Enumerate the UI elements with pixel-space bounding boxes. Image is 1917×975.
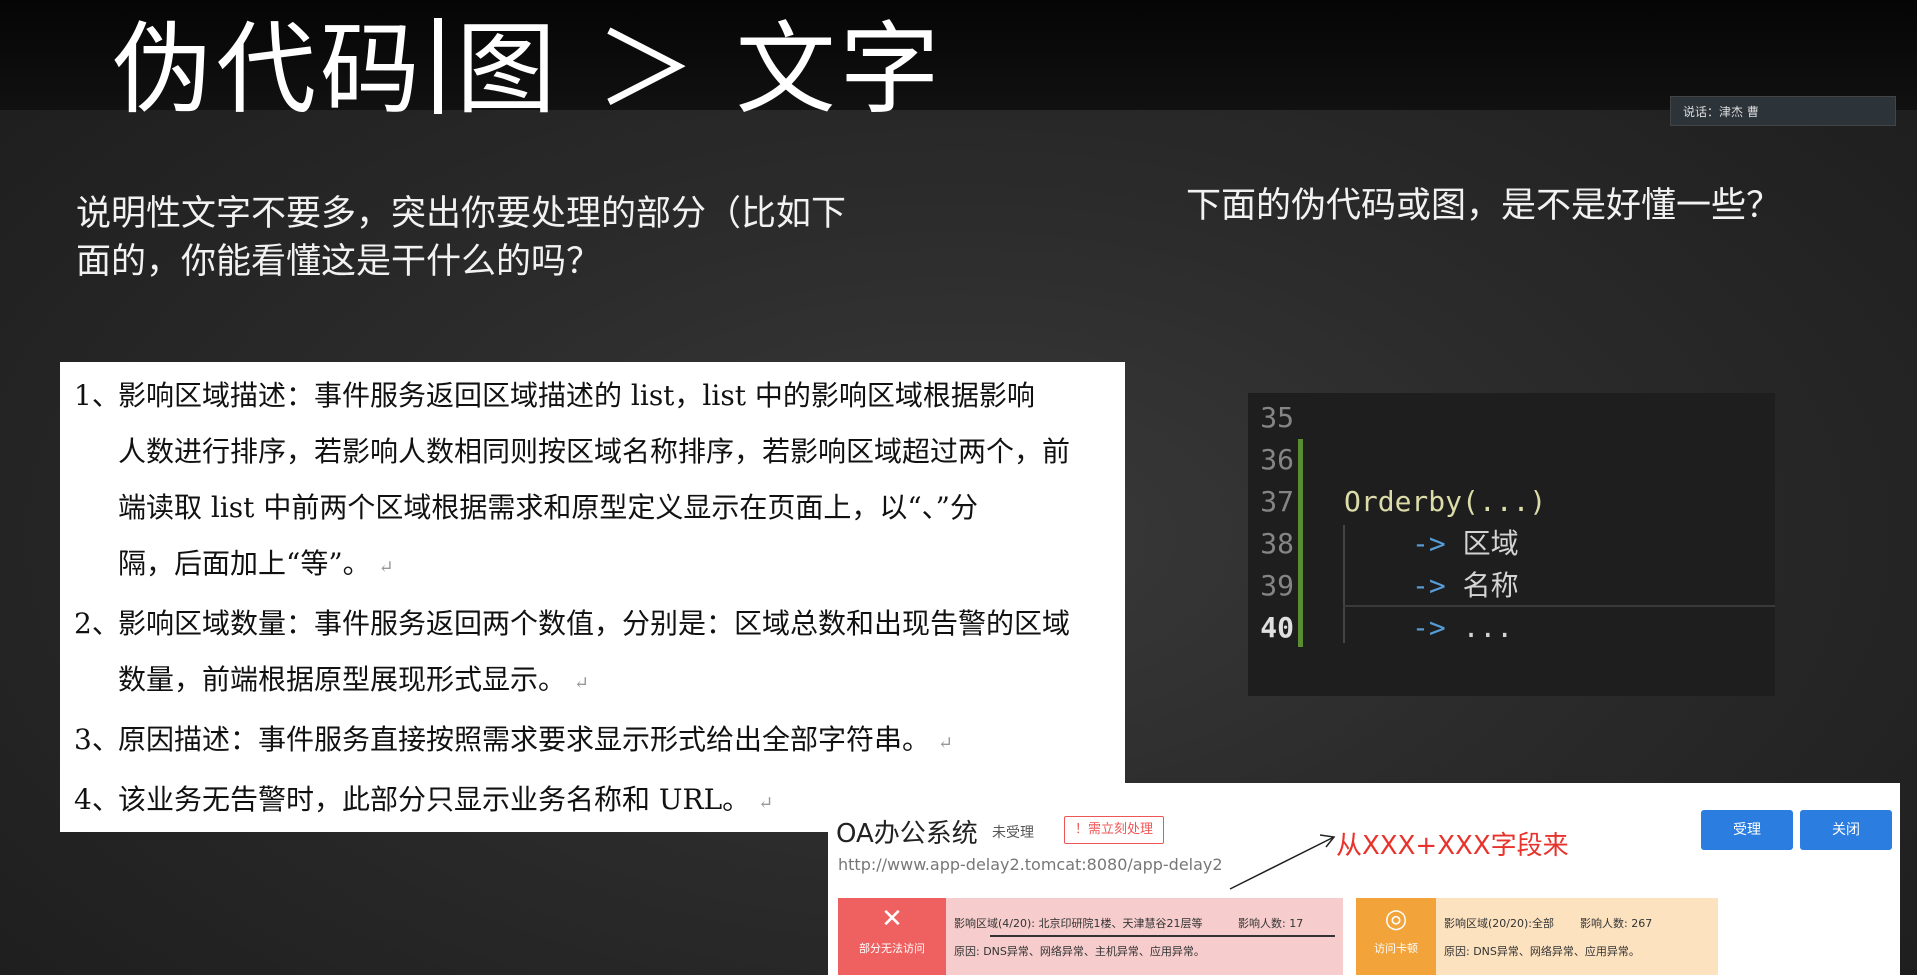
code-line: 37 Orderby(...): [1248, 481, 1775, 523]
code-line-active: 40 -> ...: [1248, 607, 1775, 649]
speaker-indicator: 说话：津杰 曹: [1670, 96, 1896, 126]
line-number: 39: [1260, 569, 1294, 602]
code-editor[interactable]: 35 36 37 Orderby(...) 38 -> 区域 39 -> 名称 40 -…: [1248, 393, 1775, 696]
title-right: 图 ＞ 文字: [456, 11, 944, 128]
doc-item-number: 3、: [74, 723, 120, 756]
card-icon-area: ◎ 访问卡顿: [1356, 898, 1436, 975]
card-icon-area: ✕ 部分无法访问: [838, 898, 946, 975]
card-area-line: 影响区域(20/20):全部: [1444, 917, 1554, 930]
oa-screenshot: OA办公系统 未受理 ！需立刻处理 http://www.app-delay2.…: [828, 783, 1900, 975]
doc-line: 隔，后面加上“等”。 ↵: [118, 536, 1111, 596]
arrow-token: ->: [1412, 611, 1446, 644]
line-number: 40: [1260, 611, 1294, 644]
left-caption-line2: 面的，你能看懂这是干什么的吗？: [76, 242, 602, 282]
line-number: 36: [1260, 443, 1294, 476]
paragraph-mark-icon: ↵: [378, 557, 394, 578]
close-button[interactable]: 关闭: [1800, 810, 1892, 850]
card-area-line: 影响区域(4/20): 北京印研院1楼、天津慧谷21层等: [954, 917, 1203, 930]
card-people: 影响人数: 267: [1580, 917, 1653, 930]
code-name: 名称: [1462, 569, 1519, 602]
line-number: 35: [1260, 401, 1294, 434]
alert-card-slow-access[interactable]: ◎ 访问卡顿 影响区域(20/20):全部 影响人数: 267 原因: DNS异…: [1356, 898, 1718, 975]
slide-title: 伪代码图 ＞ 文字: [112, 10, 944, 130]
doc-line: 数量，前端根据原型展现形式显示。 ↵: [118, 652, 1111, 712]
code-line: 36: [1248, 439, 1775, 481]
code-area: 区域: [1462, 527, 1519, 560]
right-caption: 下面的伪代码或图，是不是好懂一些？: [1186, 186, 1782, 226]
doc-item-1: 1、 影响区域描述：事件服务返回区域描述的 list，list 中的影响区域根据…: [74, 368, 1111, 596]
line-number: 37: [1260, 485, 1294, 518]
code-content: -> ...: [1412, 607, 1513, 649]
doc-line: 原因描述：事件服务直接按照需求要求显示形式给出全部字符串。 ↵: [118, 712, 1111, 772]
snail-icon: ◎: [1384, 904, 1408, 934]
annotation-arrow-icon: [1229, 834, 1336, 890]
code-ellipsis: ...: [1462, 611, 1514, 644]
annotation-text: 从XXX+XXX字段来: [1336, 831, 1569, 861]
urgent-badge: ！需立刻处理: [1064, 816, 1165, 844]
arrow-token: ->: [1412, 527, 1446, 560]
doc-line-text: 数量，前端根据原型展现形式显示。: [118, 663, 567, 696]
doc-line-text: 原因描述：事件服务直接按照需求要求显示形式给出全部字符串。: [118, 723, 931, 756]
doc-item-number: 4、: [74, 783, 120, 816]
doc-line: 影响区域数量：事件服务返回两个数值，分别是：区域总数和出现告警的区域: [118, 607, 1071, 640]
doc-item-number: 1、: [74, 379, 120, 412]
title-separator: [434, 18, 442, 114]
code-content: -> 名称: [1412, 565, 1519, 607]
code-line: 38 -> 区域: [1248, 523, 1775, 565]
paragraph-mark-icon: ↵: [574, 673, 590, 694]
paragraph-mark-icon: ↵: [758, 793, 774, 814]
arrow-token: ->: [1412, 569, 1446, 602]
oa-title: OA办公系统: [836, 819, 978, 849]
annotation-underline: [990, 935, 1335, 937]
code-content: -> 区域: [1412, 523, 1519, 565]
doc-item-2: 2、 影响区域数量：事件服务返回两个数值，分别是：区域总数和出现告警的区域 数量…: [74, 596, 1111, 712]
line-number: 38: [1260, 527, 1294, 560]
accept-button[interactable]: 受理: [1701, 810, 1793, 850]
doc-item-3: 3、 原因描述：事件服务直接按照需求要求显示形式给出全部字符串。 ↵: [74, 712, 1111, 772]
oa-url[interactable]: http://www.app-delay2.tomcat:8080/app-de…: [838, 855, 1223, 874]
card-reason: 原因: DNS异常、网络异常、主机异常、应用异常。: [954, 945, 1205, 958]
requirements-document: 1、 影响区域描述：事件服务返回区域描述的 list，list 中的影响区域根据…: [60, 362, 1125, 832]
doc-line: 人数进行排序，若影响人数相同则按区域名称排序，若影响区域超过两个，前: [118, 435, 1071, 468]
left-caption: 说明性文字不要多，突出你要处理的部分（比如下 面的，你能看懂这是干什么的吗？: [76, 190, 936, 286]
no-access-icon: ✕: [881, 904, 903, 934]
doc-line-text: 该业务无告警时，此部分只显示业务名称和 URL。: [118, 783, 751, 816]
card-people: 影响人数: 17: [1238, 917, 1304, 930]
oa-status: 未受理: [992, 825, 1034, 841]
doc-line-text: 隔，后面加上“等”。: [118, 547, 371, 580]
code-line: 35: [1248, 397, 1775, 439]
title-left: 伪代码: [112, 11, 424, 128]
doc-line: 影响区域描述：事件服务返回区域描述的 list，list 中的影响区域根据影响: [118, 379, 1035, 412]
card-reason: 原因: DNS异常、网络异常、应用异常。: [1444, 945, 1640, 958]
paragraph-mark-icon: ↵: [938, 733, 954, 754]
card-icon-label: 访问卡顿: [1374, 942, 1418, 955]
doc-item-number: 2、: [74, 607, 120, 640]
code-line: 39 -> 名称: [1248, 565, 1775, 607]
left-caption-line1: 说明性文字不要多，突出你要处理的部分（比如下: [76, 194, 847, 234]
code-orderby: Orderby(...): [1344, 485, 1547, 518]
card-icon-label: 部分无法访问: [859, 942, 925, 955]
doc-line: 端读取 list 中前两个区域根据需求和原型定义显示在页面上，以“、”分: [118, 491, 978, 524]
